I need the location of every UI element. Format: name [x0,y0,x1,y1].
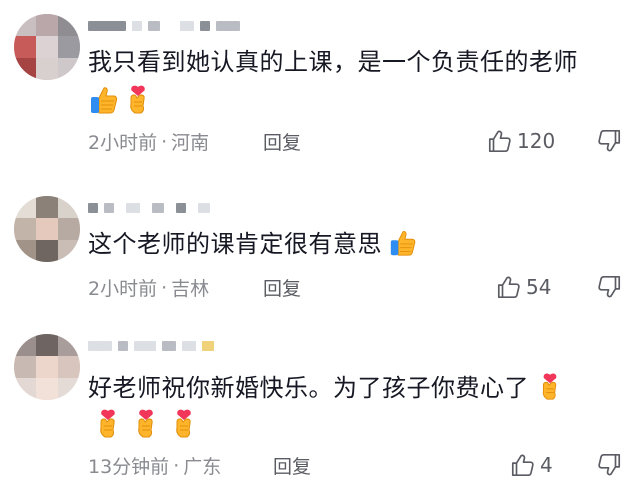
comment-text: 这个老师的课肯定很有意思 [88,228,418,260]
thumbs-down-icon[interactable] [596,274,622,300]
comment-text-content: 这个老师的课肯定很有意思 [88,230,382,258]
avatar[interactable] [14,334,80,400]
like-count: 120 [517,129,556,153]
comment-text: 好老师祝你新婚快乐。为了孩子你费心了 [88,372,565,404]
avatar[interactable] [14,14,80,80]
reply-button[interactable]: 回复 [263,128,301,155]
username-blurred[interactable] [88,196,210,220]
comment-item: 这个老师的课肯定很有意思 2小时前 · 吉林 回复 54 [0,196,640,306]
like-button[interactable]: 120 [487,128,555,154]
comment-text-content: 我只看到她认真的上课，是一个负责任的老师 [88,48,578,76]
meta-separator: · [161,130,168,153]
comment-time: 13分钟前 [88,456,170,478]
comment-meta: 2小时前 · 吉林 [88,274,209,301]
emoji-row [88,84,154,116]
avatar[interactable] [14,196,80,262]
comment-location: 河南 [171,132,210,154]
finger-heart-emoji-icon [168,408,200,440]
like-button[interactable]: 54 [496,274,551,300]
like-count: 4 [540,453,553,477]
comment-time: 2小时前 [88,132,158,154]
comment-text-content: 好老师祝你新婚快乐。为了孩子你费心了 [88,374,529,402]
comment-meta: 2小时前 · 河南 [88,128,209,155]
meta-separator: · [161,276,168,299]
thumbs-up-icon [510,452,536,478]
thumbs-up-icon [487,128,513,154]
thumbs-up-emoji-icon [88,84,120,116]
reply-button[interactable]: 回复 [263,274,301,301]
finger-heart-emoji-icon [122,84,154,116]
comment-location: 吉林 [171,278,210,300]
emoji-row [92,408,200,440]
comment-meta: 13分钟前 · 广东 [88,452,221,479]
meta-separator: · [173,454,180,477]
comment-item: 我只看到她认真的上课，是一个负责任的老师 2小时前 · 河南 回复 120 [0,14,640,164]
username-blurred[interactable] [88,14,240,38]
finger-heart-emoji-icon [92,408,124,440]
comment-item: 好老师祝你新婚快乐。为了孩子你费心了 13分钟前 · 广东 回复 4 [0,334,640,484]
comment-location: 广东 [183,456,222,478]
finger-heart-emoji-icon [130,408,162,440]
thumbs-up-icon [496,274,522,300]
comment-text: 我只看到她认真的上课，是一个负责任的老师 [88,46,578,78]
like-button[interactable]: 4 [510,452,553,478]
thumbs-down-icon[interactable] [596,452,622,478]
comment-time: 2小时前 [88,278,158,300]
finger-heart-emoji-icon [535,372,565,402]
thumbs-up-emoji-icon [388,228,418,258]
like-count: 54 [526,275,552,299]
username-blurred[interactable] [88,334,214,358]
reply-button[interactable]: 回复 [273,452,311,479]
thumbs-down-icon[interactable] [596,128,622,154]
